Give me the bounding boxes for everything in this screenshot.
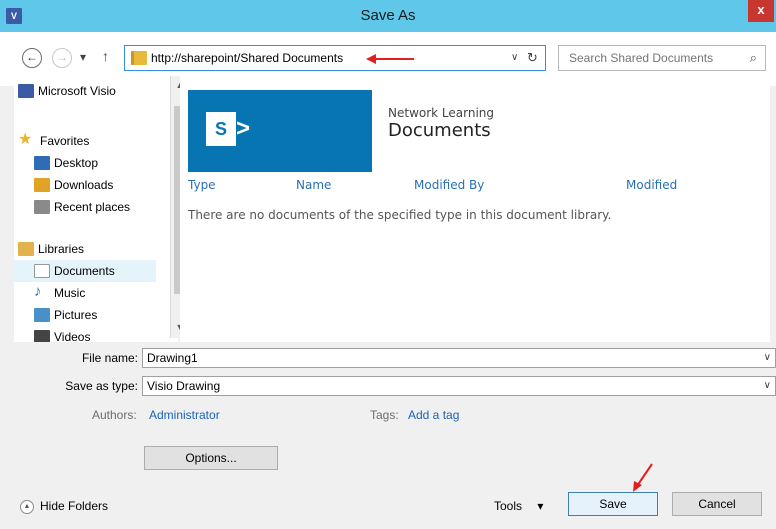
folder-icon <box>131 51 147 65</box>
sidebar-item-music[interactable]: ♪ Music <box>14 282 156 304</box>
file-name-label: File name: <box>81 351 138 365</box>
column-header-name[interactable]: Name <box>296 178 331 192</box>
empty-library-message: There are no documents of the specified … <box>188 208 612 222</box>
save-as-type-select[interactable]: Visio Drawing ∨ <box>142 376 776 396</box>
column-header-modified[interactable]: Modified <box>626 178 677 192</box>
address-text: http://sharepoint/Shared Documents <box>151 51 344 65</box>
save-as-type-label: Save as type: <box>65 379 138 393</box>
address-bar[interactable]: http://sharepoint/Shared Documents ∨ ↻ <box>124 45 546 71</box>
sidebar-item-recent-places[interactable]: Recent places <box>14 196 156 218</box>
search-input[interactable] <box>567 49 737 67</box>
up-one-level-button[interactable]: ↑ <box>102 48 109 64</box>
tools-button[interactable]: Tools ▾ <box>494 496 543 516</box>
annotation-arrow-address <box>366 54 414 64</box>
sidebar-item-downloads[interactable]: Downloads <box>14 174 156 196</box>
sidebar-item-microsoft-visio[interactable]: Microsoft Visio <box>14 80 156 102</box>
recent-places-icon <box>34 200 50 214</box>
forward-button[interactable]: → <box>52 48 72 68</box>
hide-folders-label: Hide Folders <box>40 499 109 513</box>
file-name-field[interactable]: Drawing1 ∨ <box>142 348 776 368</box>
save-button[interactable]: Save <box>568 492 658 516</box>
navigation-pane[interactable]: Microsoft Visio ★ Favorites Desktop Down… <box>14 72 188 342</box>
videos-icon <box>34 330 50 342</box>
library-title: Documents <box>388 120 491 141</box>
search-box[interactable]: ⌕ <box>558 45 766 71</box>
pictures-icon <box>34 308 50 322</box>
options-button[interactable]: Options... <box>144 446 278 470</box>
visio-icon <box>18 84 34 98</box>
collapse-icon: ▲ <box>20 499 34 514</box>
save-as-type-dropdown-icon[interactable]: ∨ <box>764 377 771 395</box>
save-as-type-value: Visio Drawing <box>147 379 221 393</box>
documents-icon <box>34 264 50 278</box>
sidebar-item-documents[interactable]: Documents <box>14 260 156 282</box>
search-icon[interactable]: ⌕ <box>750 50 757 66</box>
column-header-type[interactable]: Type <box>188 178 216 192</box>
file-name-dropdown-icon[interactable]: ∨ <box>764 349 771 367</box>
authors-value[interactable]: Administrator <box>149 408 220 422</box>
tags-label: Tags: <box>370 408 399 422</box>
document-library-pane: S > Network Learning Documents Type Name… <box>180 72 770 342</box>
annotation-arrow-save <box>633 463 653 492</box>
sidebar-item-pictures[interactable]: Pictures <box>14 304 156 326</box>
sidebar-item-videos[interactable]: Videos <box>14 326 156 342</box>
authors-label: Authors: <box>92 408 137 422</box>
back-button[interactable]: ← <box>22 48 42 68</box>
tools-label: Tools <box>494 499 523 513</box>
tags-value[interactable]: Add a tag <box>408 408 459 422</box>
address-dropdown-icon[interactable]: ∨ <box>511 46 518 70</box>
column-header-modified-by[interactable]: Modified By <box>414 178 484 192</box>
sidebar-item-desktop[interactable]: Desktop <box>14 152 156 174</box>
title-bar: V Save As x <box>0 0 776 32</box>
recent-locations-dropdown[interactable]: ▾ <box>80 50 86 64</box>
sidebar-item-libraries[interactable]: Libraries <box>14 238 156 260</box>
site-name: Network Learning <box>388 106 495 120</box>
close-button[interactable]: x <box>748 0 774 22</box>
cancel-button[interactable]: Cancel <box>672 492 762 516</box>
sharepoint-logo-arrow: > <box>236 115 251 142</box>
libraries-icon <box>18 242 34 256</box>
sharepoint-logo-letter: S <box>206 112 236 146</box>
sidebar-item-favorites[interactable]: ★ Favorites <box>14 130 156 152</box>
tools-dropdown-icon: ▾ <box>537 499 544 513</box>
refresh-icon[interactable]: ↻ <box>527 46 538 70</box>
sharepoint-logo: S > <box>188 90 372 172</box>
music-icon: ♪ <box>34 283 42 300</box>
window-title: Save As <box>360 7 416 24</box>
hide-folders-button[interactable]: ▲ Hide Folders <box>20 497 108 515</box>
desktop-icon <box>34 156 50 170</box>
downloads-icon <box>34 178 50 192</box>
file-name-value: Drawing1 <box>147 351 198 365</box>
star-icon: ★ <box>18 131 33 148</box>
